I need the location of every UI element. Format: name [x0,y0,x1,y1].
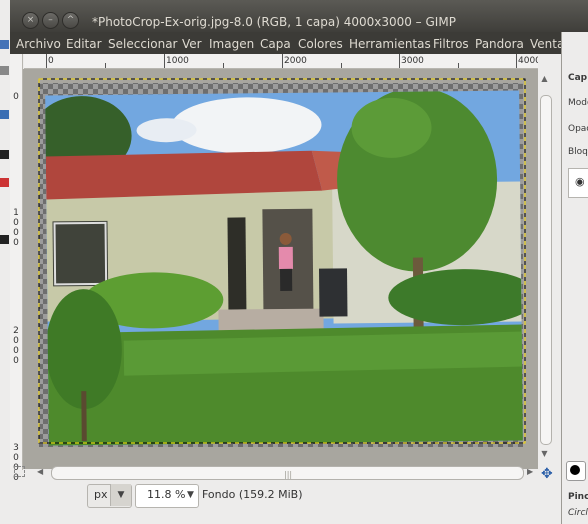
dock-titlebar [561,0,588,32]
tool-icon[interactable] [0,40,9,49]
vertical-scroll-thumb[interactable] [540,95,552,445]
scroll-left-icon[interactable]: ◀ [37,467,43,476]
unit-value: px [94,488,108,501]
quickmask-icon[interactable] [14,466,25,477]
image-canvas[interactable] [23,69,538,469]
ruler-label: 4000 [518,56,538,66]
tool-icon[interactable] [0,235,9,244]
ruler-label: 2000 [284,56,307,66]
close-button[interactable]: × [22,12,39,29]
ruler-label: 2000 [13,326,19,366]
chevron-down-icon[interactable]: ▼ [184,484,197,506]
ruler-label: 3000 [13,443,19,483]
menu-colores[interactable]: Colores [298,37,343,51]
dock-tab-label[interactable]: Cap [568,73,587,83]
tool-icon[interactable] [0,150,9,159]
ruler-vertical[interactable]: 0 1000 2000 3000 [10,68,23,483]
menu-ventanas[interactable]: Venta [530,37,564,51]
eye-icon[interactable]: ◉ [575,175,585,188]
grip-icon: ||| [284,470,293,479]
tool-icon[interactable] [0,178,9,187]
menu-herramientas[interactable]: Herramientas [349,37,431,51]
brush-icon [570,465,580,475]
scroll-up-icon[interactable]: ▲ [538,74,551,83]
menu-pandora[interactable]: Pandora [475,37,524,51]
tool-icon[interactable] [0,110,9,119]
ruler-label: 1000 [13,208,19,248]
brush-name: Circle [568,508,588,518]
status-text: Fondo (159.2 MiB) [202,488,303,501]
menu-archivo[interactable]: Archivo [16,37,61,51]
photo-image [38,78,526,447]
scroll-down-icon[interactable]: ▼ [538,449,551,458]
zoom-value[interactable]: 11.8 % [147,488,185,501]
menu-editar[interactable]: Editar [66,37,102,51]
ruler-label: 0 [13,92,19,102]
ruler-corner[interactable] [10,54,23,68]
ruler-label: 3000 [401,56,424,66]
menu-seleccionar[interactable]: Seleccionar [108,37,177,51]
navigate-icon[interactable]: ✥ [541,466,553,482]
dock-mode-label: Modo [568,98,588,108]
scroll-right-icon[interactable]: ▶ [527,467,533,476]
menu-filtros[interactable]: Filtros [433,37,469,51]
dock-lock-label: Bloq [568,147,588,157]
dock-opacity-label: Opac [568,124,588,134]
ruler-label: 1000 [166,56,189,66]
tool-icon[interactable] [0,66,9,75]
maximize-button[interactable]: ^ [62,12,79,29]
menu-ver[interactable]: Ver [182,37,202,51]
horizontal-scroll-thumb[interactable]: ||| [51,466,524,480]
chevron-down-icon[interactable]: ▼ [110,484,131,506]
window-title: *PhotoCrop-Ex-orig.jpg-8.0 (RGB, 1 capa)… [92,15,456,29]
minimize-button[interactable]: – [42,12,59,29]
menu-imagen[interactable]: Imagen [209,37,254,51]
ruler-label: 0 [48,56,54,66]
brush-label: Pinc [568,492,588,502]
ruler-horizontal[interactable]: 0 1000 2000 3000 4000 [24,54,538,69]
menu-capa[interactable]: Capa [260,37,291,51]
